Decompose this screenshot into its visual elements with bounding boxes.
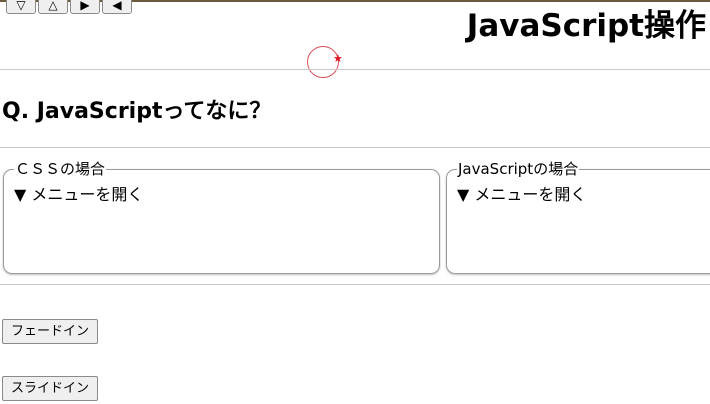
triangle-down-outline-button[interactable]: ▽: [6, 0, 36, 14]
triangle-up-outline-button[interactable]: △: [38, 0, 68, 14]
back-icon: ◀: [112, 0, 122, 12]
play-icon: ▶: [80, 0, 90, 12]
triangle-up-outline-icon: △: [48, 0, 58, 12]
page-title: JavaScript操作: [466, 8, 706, 44]
js-panel-legend: JavaScriptの場合: [458, 160, 579, 178]
slide-in-button[interactable]: スライドイン: [2, 376, 99, 401]
js-menu-toggle[interactable]: ▼ メニューを開く: [457, 184, 710, 206]
question-heading: Q. JavaScriptってなに？: [2, 99, 272, 124]
divider: [0, 284, 710, 285]
play-button[interactable]: ▶: [70, 0, 100, 14]
cursor-star-icon: ★: [333, 52, 343, 65]
back-button[interactable]: ◀: [102, 0, 132, 14]
triangle-down-outline-icon: ▽: [16, 0, 26, 12]
js-panel: JavaScriptの場合 ▼ メニューを開く: [446, 160, 710, 274]
fade-in-button[interactable]: フェードイン: [2, 319, 99, 344]
css-menu-toggle[interactable]: ▼ メニューを開く: [14, 184, 429, 206]
divider: [0, 147, 710, 148]
css-panel-legend: ＣＳＳの場合: [15, 160, 106, 178]
css-panel: ＣＳＳの場合 ▼ メニューを開く: [3, 160, 440, 274]
divider: [0, 69, 710, 70]
